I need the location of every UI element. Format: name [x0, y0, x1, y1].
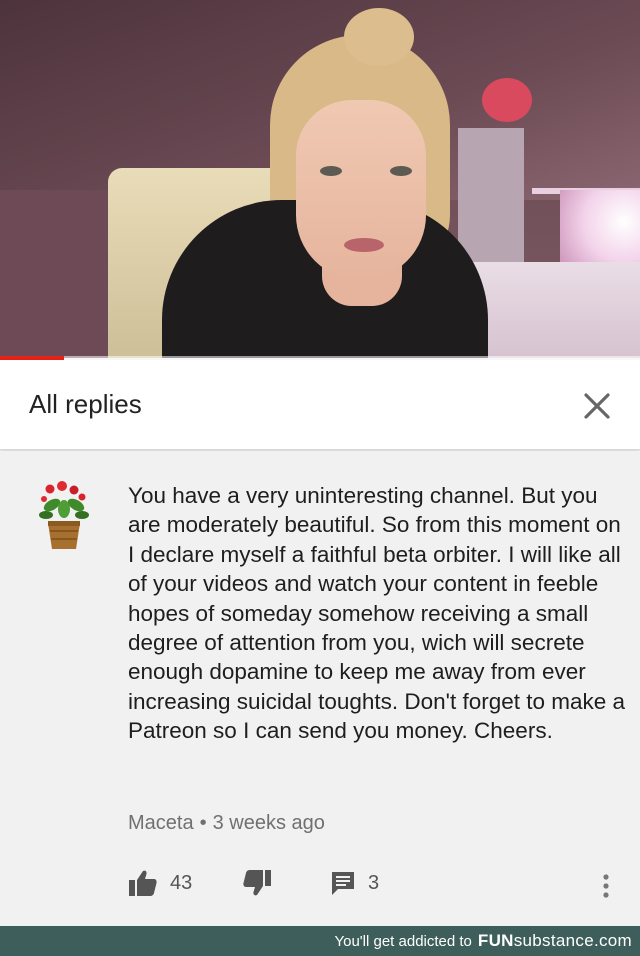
comment-actions: 43 3 — [0, 863, 640, 903]
footer-brand: FUNsubstance.com — [478, 931, 632, 951]
video-person-bun — [344, 8, 414, 66]
comment-author[interactable]: Maceta — [128, 812, 194, 834]
thumbs-up-icon — [129, 870, 157, 896]
video-person-eye — [390, 166, 412, 176]
avatar[interactable] — [38, 479, 90, 551]
like-button[interactable]: 43 — [128, 863, 192, 903]
video-lamp — [482, 78, 532, 122]
comment-timestamp: 3 weeks ago — [212, 812, 325, 834]
comment-icon — [332, 872, 354, 895]
watermark-footer: You'll get addicted to FUNsubstance.com — [0, 926, 640, 956]
dislike-button[interactable] — [242, 863, 272, 903]
close-button[interactable] — [576, 385, 618, 427]
video-player[interactable] — [0, 0, 640, 358]
comment-meta: Maceta • 3 weeks ago — [128, 812, 325, 835]
video-person-eye — [320, 166, 342, 176]
meta-separator: • — [199, 812, 207, 834]
close-icon — [584, 393, 610, 419]
reply-button[interactable]: 3 — [330, 863, 379, 903]
thumbs-down-icon — [243, 870, 271, 896]
replies-title: All replies — [29, 389, 142, 419]
video-person-mouth — [344, 238, 384, 252]
footer-brand-rest: substance.com — [513, 931, 632, 950]
reply-count: 3 — [368, 871, 380, 894]
comment-text: You have a very uninteresting channel. B… — [128, 483, 626, 744]
replies-header: All replies — [0, 360, 640, 450]
more-vert-icon — [603, 874, 609, 898]
footer-tagline: You'll get addicted to — [334, 932, 472, 950]
more-options-button[interactable] — [596, 869, 616, 903]
video-window — [560, 190, 640, 270]
footer-brand-bold: FUN — [477, 931, 514, 950]
flower-pot-icon — [39, 481, 89, 549]
like-count: 43 — [170, 871, 193, 894]
video-cabinet — [458, 128, 524, 268]
comment: You have a very uninteresting channel. B… — [0, 451, 640, 926]
video-person-face — [296, 100, 426, 280]
